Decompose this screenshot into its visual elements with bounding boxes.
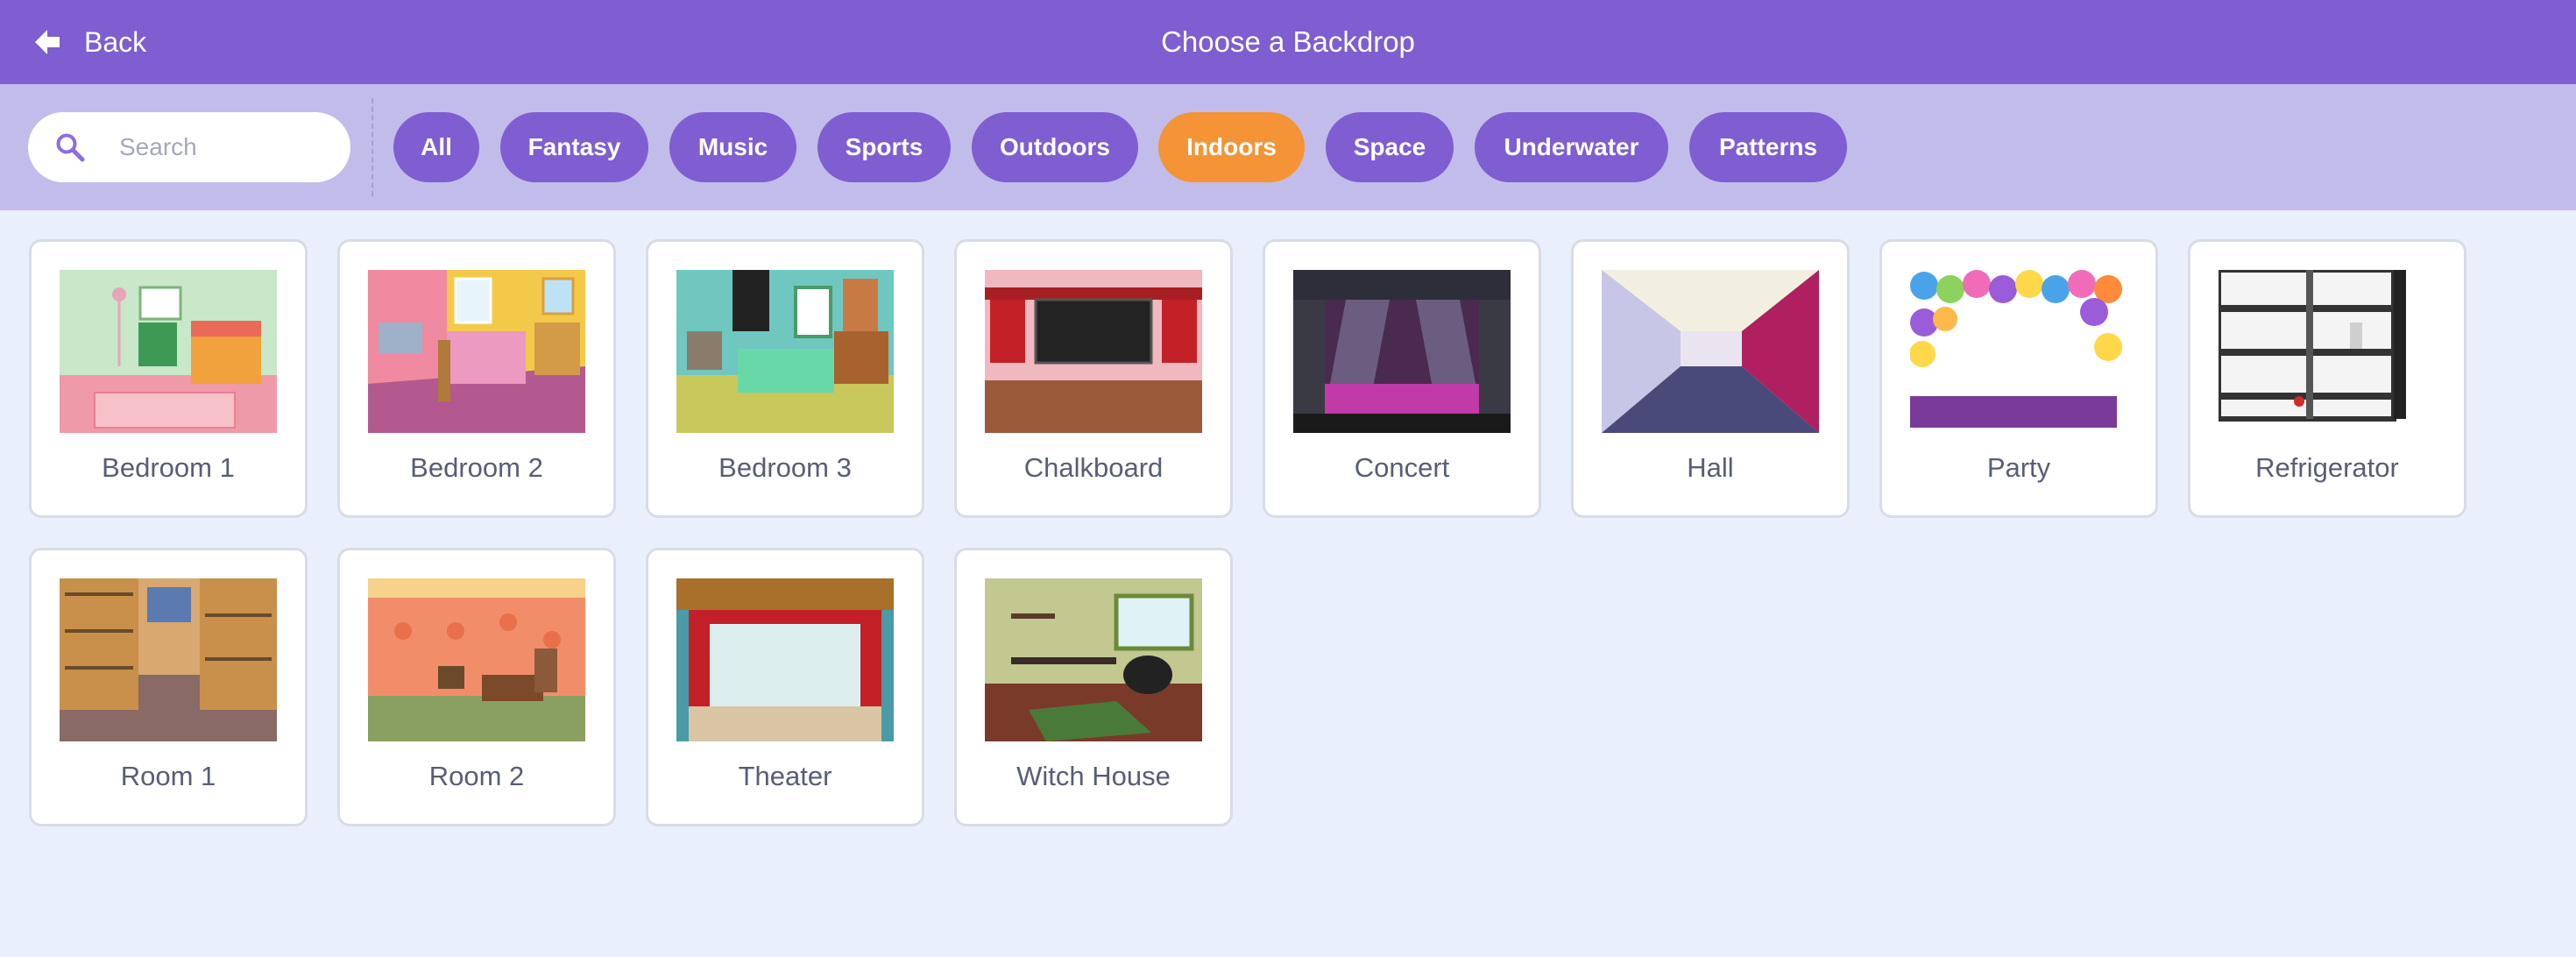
backdrop-grid: Bedroom 1 Bedroom 2 Bedroom 3 Chalkboard… [0,210,2576,957]
backdrop-name: Theater [738,761,832,791]
backdrop-thumbnail [985,578,1202,741]
tag-fantasy[interactable]: Fantasy [500,112,648,182]
backdrop-card-party[interactable]: Party [1879,239,2158,518]
backdrop-card-bedroom-3[interactable]: Bedroom 3 [646,239,924,518]
backdrop-name: Bedroom 3 [718,452,852,483]
backdrop-name: Room 2 [428,761,525,791]
backdrop-thumbnail [676,578,894,741]
tag-space[interactable]: Space [1326,112,1454,182]
backdrop-card-theater[interactable]: Theater [646,548,924,826]
backdrop-name: Bedroom 1 [102,452,235,483]
backdrop-name: Chalkboard [1023,452,1164,483]
tag-all[interactable]: All [393,112,479,182]
backdrop-name: Room 1 [120,761,216,791]
backdrop-card-bedroom-1[interactable]: Bedroom 1 [29,239,308,518]
backdrop-thumbnail [368,270,585,433]
backdrop-thumbnail [1602,270,1819,433]
search-box[interactable] [28,112,350,182]
backdrop-thumbnail [676,270,894,433]
backdrop-name: Refrigerator [2255,452,2399,483]
backdrop-card-refrigerator[interactable]: Refrigerator [2188,239,2466,518]
backdrop-thumbnail [60,270,277,433]
backdrop-thumbnail [985,270,1202,433]
tag-sports[interactable]: Sports [817,112,951,182]
search-icon [56,133,85,162]
page-title: Choose a Backdrop [1161,25,1415,58]
backdrop-name: Concert [1354,452,1450,483]
backdrop-thumbnail [368,578,585,741]
backdrop-card-room-2[interactable]: Room 2 [337,548,616,826]
backdrop-name: Party [1986,452,2051,483]
tag-music[interactable]: Music [669,112,796,182]
backdrop-card-room-1[interactable]: Room 1 [29,548,308,826]
backdrop-thumbnail [60,578,277,741]
tag-indoors[interactable]: Indoors [1158,112,1305,182]
backdrop-card-chalkboard[interactable]: Chalkboard [954,239,1233,518]
search-input[interactable] [119,128,329,167]
backdrop-thumbnail [1293,270,1511,433]
divider [372,98,373,196]
tag-underwater[interactable]: Underwater [1475,112,1668,182]
backdrop-thumbnail [1910,270,2127,433]
backdrop-card-hall[interactable]: Hall [1571,239,1850,518]
backdrop-card-bedroom-2[interactable]: Bedroom 2 [337,239,616,518]
backdrop-card-concert[interactable]: Concert [1263,239,1541,518]
backdrop-card-witch-house[interactable]: Witch House [954,548,1233,826]
backdrop-name: Bedroom 2 [410,452,543,483]
backdrop-name: Hall [1687,452,1734,483]
backdrop-thumbnail [2219,270,2436,433]
backdrop-name: Witch House [1016,761,1171,791]
tag-outdoors[interactable]: Outdoors [972,112,1138,182]
filter-bar: All Fantasy Music Sports Outdoors Indoor… [0,84,2576,210]
header-bar: Back Choose a Backdrop [0,0,2576,84]
tag-patterns[interactable]: Patterns [1689,112,1847,182]
